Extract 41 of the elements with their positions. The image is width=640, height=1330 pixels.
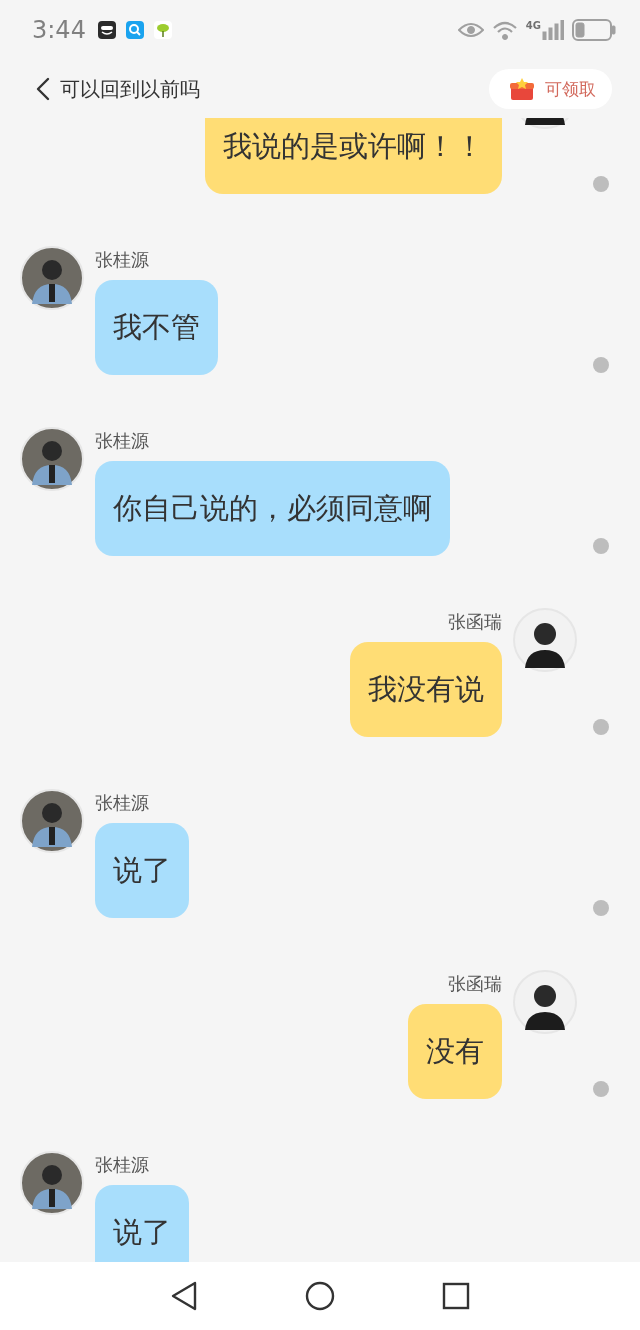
search-app-icon <box>125 21 144 39</box>
glasses-app-icon <box>97 21 116 39</box>
reward-button[interactable]: 可领取 <box>489 69 612 109</box>
message-bubble: 我不管 <box>95 280 218 375</box>
message-bubble: 说了 <box>95 1185 189 1262</box>
avatar[interactable] <box>513 608 577 672</box>
status-dot <box>593 357 609 373</box>
avatar[interactable] <box>513 970 577 1034</box>
eye-icon <box>457 22 484 38</box>
message-bubble: 说了 <box>95 823 189 918</box>
sender-name: 张桂源 <box>95 429 149 453</box>
avatar[interactable] <box>20 789 84 853</box>
message-bubble: 你自己说的，必须同意啊 <box>95 461 450 556</box>
message-bubble: 我说的是或许啊！！ <box>205 118 502 194</box>
avatar[interactable] <box>20 246 84 310</box>
message-bubble: 我没有说 <box>350 642 502 737</box>
sender-name: 张桂源 <box>95 791 149 815</box>
sender-name: 张桂源 <box>95 1153 149 1177</box>
chat-title: 可以回到以前吗 <box>60 75 200 103</box>
message-bubble: 没有 <box>408 1004 502 1099</box>
wifi-icon <box>491 20 518 40</box>
network-type: 4G <box>525 20 541 31</box>
battery-icon <box>572 19 616 41</box>
tree-app-icon <box>153 21 172 39</box>
status-dot <box>593 900 609 916</box>
sender-name: 张桂源 <box>95 248 149 272</box>
back-icon[interactable] <box>36 77 50 101</box>
sender-name: 张函瑞 <box>448 972 502 996</box>
clock-time: 3:44 <box>32 16 86 44</box>
status-dot <box>593 1081 609 1097</box>
avatar[interactable] <box>20 427 84 491</box>
recents-icon[interactable] <box>442 1282 470 1310</box>
signal-icon <box>542 20 564 40</box>
gift-box-icon <box>509 77 535 101</box>
status-dot <box>593 719 609 735</box>
home-icon[interactable] <box>305 1281 335 1311</box>
sender-name: 张函瑞 <box>448 610 502 634</box>
back-icon[interactable] <box>170 1281 198 1311</box>
avatar[interactable] <box>20 1151 84 1215</box>
status-dot <box>593 176 609 192</box>
status-dot <box>593 538 609 554</box>
